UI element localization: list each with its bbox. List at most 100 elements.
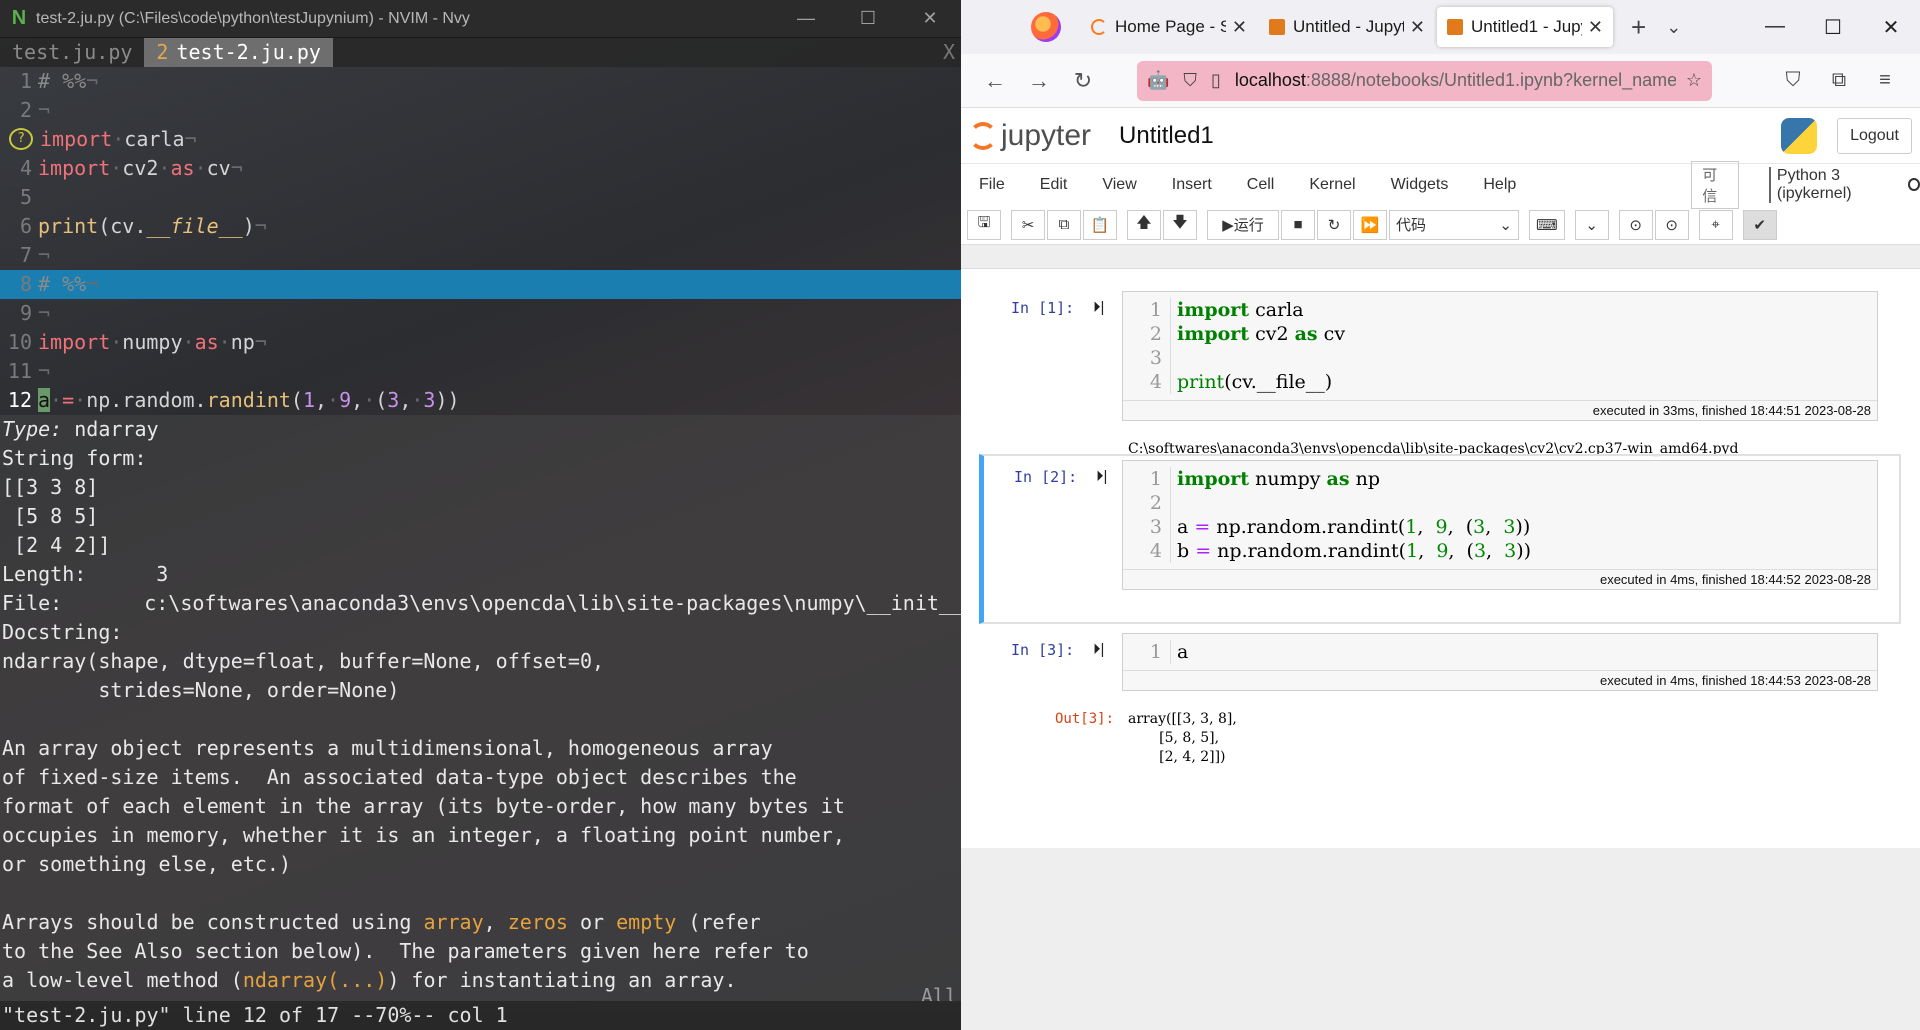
nvim-editor[interactable]: 1 # %% ¬ 2 ¬ ? import·carla¬ 4 import·cv2·as·… xyxy=(0,67,961,415)
menu-file[interactable]: File xyxy=(979,176,1005,194)
cell-input[interactable]: 1 import carla 2 import cv2 as cv 3 4 print… xyxy=(1122,291,1878,421)
menu-help[interactable]: Help xyxy=(1483,176,1516,194)
bookmark-star-icon[interactable]: ☆ xyxy=(1686,70,1702,91)
close-icon[interactable]: ✕ xyxy=(899,8,961,29)
minimize-icon[interactable]: — xyxy=(775,8,837,29)
cell-input[interactable]: 1a executed in 4ms, finished 18:44:53 20… xyxy=(1122,633,1878,691)
cell-exec-info: executed in 4ms, finished 18:44:53 2023-… xyxy=(1123,670,1877,690)
jupyter-header: jupyter Untitled1 Logout xyxy=(961,108,1920,163)
code-text: import·cv2·as·cv¬ xyxy=(38,156,243,180)
cell-output-line: array([[3, 3, 8], xyxy=(1128,711,1237,727)
neovim-logo-icon: N xyxy=(11,7,27,29)
cell-marker: # %% xyxy=(38,69,87,93)
code-line: 2 ¬ xyxy=(0,96,961,125)
cell-type-select[interactable]: 代码 ⌄ xyxy=(1389,209,1519,240)
nvim-tab-test[interactable]: test.ju.py xyxy=(0,38,144,67)
line-number: 11 xyxy=(7,359,32,383)
circle-up-icon[interactable]: ⊙ xyxy=(1618,209,1653,240)
move-down-icon[interactable]: 🡇 xyxy=(1163,209,1197,240)
collapse-icon[interactable]: ⌄ xyxy=(1574,209,1609,240)
notebook-title[interactable]: Untitled1 xyxy=(1119,122,1214,150)
cell-marker: # %% xyxy=(38,272,87,296)
run-cell-icon[interactable]: ⏵| xyxy=(1093,299,1104,316)
restart-icon[interactable]: ↻ xyxy=(1317,209,1351,240)
length-value: 3 xyxy=(156,562,169,586)
nvim-tab-test-2[interactable]: 2 test-2.ju.py xyxy=(144,38,333,67)
notebook-cell-selected[interactable]: In [2]: ⏵| 1 import numpy as np 2 3a = np… xyxy=(979,454,1901,624)
new-tab-icon[interactable]: + xyxy=(1631,12,1646,43)
maximize-icon[interactable]: ☐ xyxy=(1804,15,1862,40)
line-number: 5 xyxy=(19,185,32,209)
menu-edit[interactable]: Edit xyxy=(1040,176,1068,194)
cell-output-line: [2, 4, 2]]) xyxy=(1128,749,1226,765)
pocket-icon[interactable]: ⛉ xyxy=(1770,69,1816,92)
forward-icon[interactable]: → xyxy=(1017,68,1061,94)
copy-icon[interactable]: ⧉ xyxy=(1047,209,1081,240)
cell-output-line: [5, 8, 5], xyxy=(1128,730,1220,746)
run-all-icon[interactable]: ⏩ xyxy=(1353,209,1387,240)
shield-icon[interactable]: ⛉ xyxy=(1183,70,1197,91)
cell-type-value: 代码 xyxy=(1396,217,1427,234)
file-label: File: xyxy=(2,591,63,615)
tab-close-icon[interactable]: ✕ xyxy=(1410,17,1425,38)
menu-widgets[interactable]: Widgets xyxy=(1391,176,1449,194)
length-label: Length: xyxy=(2,562,87,586)
crosshair-icon[interactable]: ⌖ xyxy=(1698,209,1733,240)
code-line: 4 import·cv2·as·cv¬ xyxy=(0,154,961,183)
logout-button[interactable]: Logout xyxy=(1837,117,1912,154)
jupyter-toolbar: 🖫 ✂ ⧉ 📋 🡅 🡇 ▶ 运行 ■ ↻ ⏩ 代码 ⌄ ⌨ ⌄ ⊙ ⊙ ⌖ ✔ xyxy=(961,205,1920,245)
cell-prompt: In [2]: xyxy=(1014,468,1078,486)
docstring-signature: ndarray(shape, dtype=float, buffer=None,… xyxy=(2,649,605,673)
paste-icon[interactable]: 📋 xyxy=(1083,209,1117,240)
browser-tab-untitled[interactable]: Untitled - Jupyter Notebook ✕ xyxy=(1259,7,1435,47)
cut-icon[interactable]: ✂ xyxy=(1011,209,1045,240)
jupyter-logo[interactable]: jupyter xyxy=(969,119,1091,153)
menu-insert[interactable]: Insert xyxy=(1172,176,1212,194)
kernel-name[interactable]: Python 3 (ipykernel) xyxy=(1768,166,1898,203)
run-button[interactable]: ▶ 运行 xyxy=(1207,209,1279,240)
line-number: 12 xyxy=(7,388,32,412)
run-cell-icon[interactable]: ⏵| xyxy=(1096,468,1107,485)
page-icon[interactable]: ▯ xyxy=(1211,70,1221,91)
jupyter-notebook: jupyter Untitled1 Logout File Edit View … xyxy=(961,108,1920,1030)
cell-prompt: In [1]: xyxy=(1011,299,1075,317)
keyboard-icon[interactable]: ⌨ xyxy=(1529,209,1565,240)
array-line: [5 8 5] xyxy=(2,504,99,528)
menu-icon[interactable]: ≡ xyxy=(1862,69,1908,92)
browser-tabstrip: Home Page - Select or create a notebook … xyxy=(961,0,1920,54)
url-bar[interactable]: 🤖 ⛉ ▯ localhost:8888/notebooks/Untitled1… xyxy=(1137,60,1712,101)
stop-icon[interactable]: ■ xyxy=(1281,209,1315,240)
tabline-close-button[interactable]: X xyxy=(943,38,961,67)
array-line: [2 4 2]] xyxy=(2,533,111,557)
menu-cell[interactable]: Cell xyxy=(1247,176,1275,194)
notebook-cell[interactable]: In [1]: ⏵| 1 import carla 2 import cv2 as … xyxy=(981,279,1903,457)
save-icon[interactable]: 🖫 xyxy=(967,209,1001,240)
trusted-badge[interactable]: 可信 xyxy=(1691,160,1739,209)
close-icon[interactable]: ✕ xyxy=(1862,15,1920,40)
minimize-icon[interactable]: — xyxy=(1746,15,1804,40)
jupyter-tab-icon xyxy=(1269,19,1285,35)
array-line: [[3 3 8] xyxy=(2,475,99,499)
list-all-tabs-icon[interactable]: ⌄ xyxy=(1666,17,1681,38)
tab-close-icon[interactable]: ✕ xyxy=(1588,17,1603,38)
nvim-command-line[interactable]: "test-2.ju.py" line 12 of 17 --70%-- col… xyxy=(0,1001,961,1030)
move-up-icon[interactable]: 🡅 xyxy=(1127,209,1161,240)
code-line: 7 ¬ xyxy=(0,241,961,270)
spellcheck-icon[interactable]: ✔ xyxy=(1742,209,1777,240)
browser-tab-untitled1[interactable]: Untitled1 - Jupyter Notebook ✕ xyxy=(1437,7,1613,47)
cell-input[interactable]: 1 import numpy as np 2 3a = np.random.ran… xyxy=(1122,460,1878,590)
extensions-icon[interactable]: ⧉ xyxy=(1816,69,1862,92)
run-cell-icon[interactable]: ⏵| xyxy=(1093,641,1104,658)
code-line: 9 ¬ xyxy=(0,299,961,328)
back-icon[interactable]: ← xyxy=(973,68,1017,94)
firefox-view-icon[interactable] xyxy=(1031,12,1061,42)
maximize-icon[interactable]: ☐ xyxy=(837,8,899,29)
tab-close-icon[interactable]: ✕ xyxy=(1232,17,1247,38)
menu-kernel[interactable]: Kernel xyxy=(1309,176,1355,194)
reload-icon[interactable]: ↻ xyxy=(1061,68,1105,94)
browser-tab-home[interactable]: Home Page - Select or create a notebook … xyxy=(1081,7,1257,47)
menu-view[interactable]: View xyxy=(1102,176,1136,194)
docstring-text: format of each element in the array (its… xyxy=(2,794,845,818)
circle-down-icon[interactable]: ⊙ xyxy=(1654,209,1689,240)
notebook-cell[interactable]: In [3]: ⏵| 1a executed in 4ms, finished … xyxy=(981,629,1903,779)
